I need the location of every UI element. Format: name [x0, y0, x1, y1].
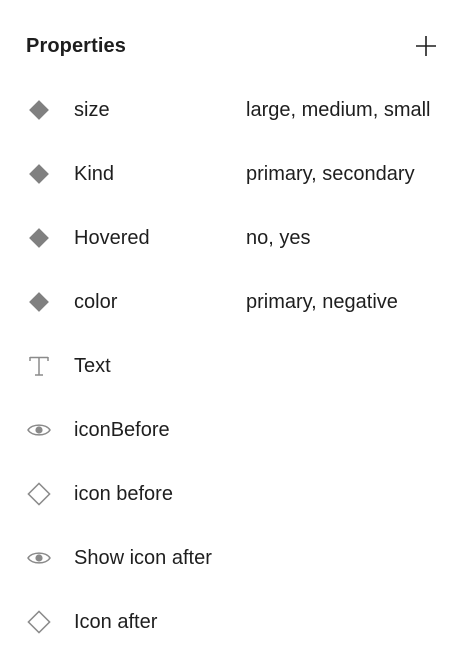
property-row-icon-before[interactable]: icon before	[0, 462, 466, 526]
variant-diamond-filled-icon	[26, 97, 52, 123]
property-row-show-icon-after[interactable]: Show icon after	[0, 526, 466, 590]
panel-title: Properties	[26, 35, 126, 57]
property-name: Text	[74, 355, 111, 377]
property-name: Show icon after	[74, 547, 212, 569]
panel-header: Properties	[0, 14, 466, 78]
variant-diamond-filled-icon	[26, 289, 52, 315]
property-row-icon-after[interactable]: Icon after	[0, 590, 466, 654]
property-row-color[interactable]: color primary, negative	[0, 270, 466, 334]
property-row-hovered[interactable]: Hovered no, yes	[0, 206, 466, 270]
variant-diamond-filled-icon	[26, 161, 52, 187]
property-name: iconBefore	[74, 419, 170, 441]
property-value: primary, secondary	[246, 163, 415, 185]
property-row-size[interactable]: size large, medium, small	[0, 78, 466, 142]
property-name: icon before	[74, 483, 173, 505]
property-name: Hovered	[74, 227, 150, 249]
variant-diamond-filled-icon	[26, 225, 52, 251]
property-name: size	[74, 99, 110, 121]
instance-diamond-outline-icon	[26, 481, 52, 507]
plus-icon	[416, 36, 436, 56]
property-value: large, medium, small	[246, 99, 431, 121]
property-row-text[interactable]: Text	[0, 334, 466, 398]
property-row-kind[interactable]: Kind primary, secondary	[0, 142, 466, 206]
text-icon	[26, 353, 52, 379]
add-property-button[interactable]	[406, 28, 446, 64]
property-value: primary, negative	[246, 291, 398, 313]
property-name: Kind	[74, 163, 115, 185]
property-name: color	[74, 291, 118, 313]
property-list: size large, medium, small Kind primary, …	[0, 78, 466, 654]
eye-icon	[26, 417, 52, 443]
properties-panel: Properties size large, medium, small Kin…	[0, 0, 466, 656]
eye-icon	[26, 545, 52, 571]
instance-diamond-outline-icon	[26, 609, 52, 635]
property-name: Icon after	[74, 611, 158, 633]
property-row-iconbefore[interactable]: iconBefore	[0, 398, 466, 462]
property-value: no, yes	[246, 227, 311, 249]
